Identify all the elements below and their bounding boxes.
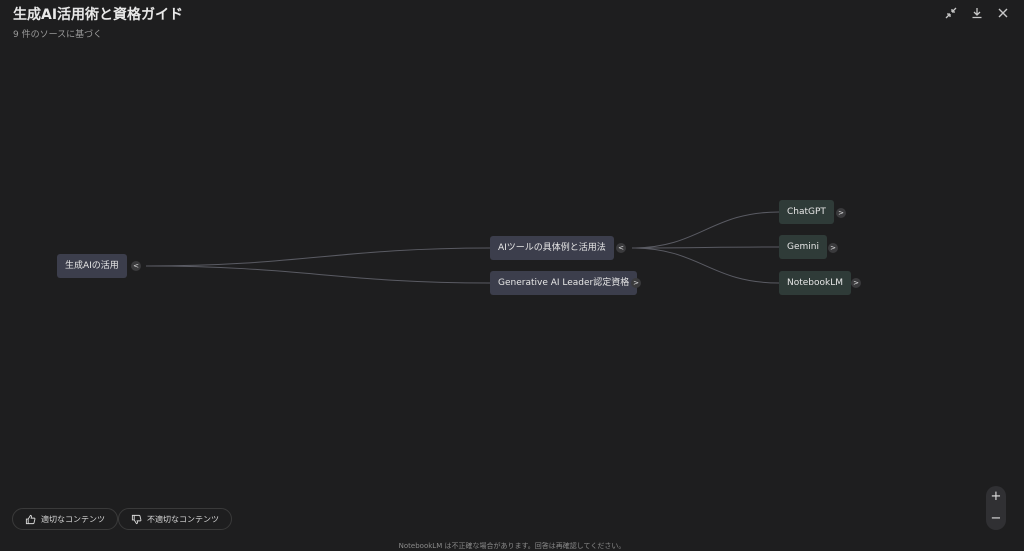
disclaimer-footer: NotebookLM は不正確な場合があります。回答は再確認してください。 [398,542,626,550]
branch-ai-tools-toggle[interactable]: < [616,243,626,253]
link-branch-gemini [631,246,780,249]
root-collapse-toggle[interactable]: < [131,261,141,271]
bad-content-button[interactable]: 不適切なコンテンツ [118,508,232,530]
thumbs-up-icon [25,514,36,524]
leaf-gemini-toggle[interactable]: > [828,243,838,253]
thumbs-down-icon [131,514,142,524]
good-content-button[interactable]: 適切なコンテンツ [12,508,118,530]
leaf-node-gemini[interactable]: Gemini [779,235,827,259]
good-content-label: 適切なコンテンツ [41,514,105,524]
leaf-node-chatgpt[interactable]: ChatGPT [779,200,834,224]
zoom-out-button[interactable]: − [991,512,1002,526]
branch-node-ai-tools[interactable]: AIツールの具体例と活用法 [490,236,614,260]
zoom-controls: + − [986,486,1006,530]
branch-certification-toggle[interactable]: > [631,278,641,288]
leaf-node-notebooklm[interactable]: NotebookLM [779,271,852,295]
link-branch-notebooklm [631,247,780,284]
branch-node-certification[interactable]: Generative AI Leader認定資格 [490,271,638,295]
link-root-branch-1 [145,247,491,267]
link-root-branch-2 [145,265,491,284]
leaf-chatgpt-toggle[interactable]: > [836,208,846,218]
leaf-notebooklm-toggle[interactable]: > [851,278,861,288]
bad-content-label: 不適切なコンテンツ [147,514,219,524]
link-branch-chatgpt [631,211,780,249]
mindmap-root-node[interactable]: 生成AIの活用 [57,254,127,278]
zoom-in-button[interactable]: + [991,490,1002,504]
